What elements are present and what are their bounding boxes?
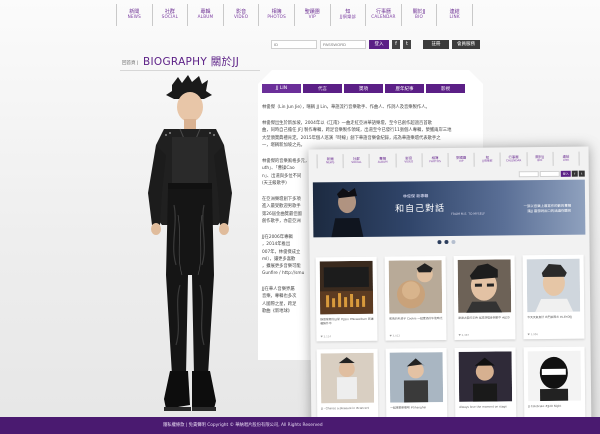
member-service-button[interactable]: 會員服務 bbox=[452, 39, 480, 49]
concert-photo bbox=[458, 351, 513, 402]
preview-password-input[interactable] bbox=[539, 170, 560, 178]
facebook-icon[interactable]: f bbox=[392, 39, 400, 49]
bio-line: 林俊傑出生於新加坡，2004年以《江南》一曲走紅亞洲華語樂壇，至今已創作超過百首… bbox=[262, 121, 432, 126]
preview-login: 登入 f t bbox=[518, 170, 585, 178]
nav-calendar[interactable]: 行事曆 CALENDAR bbox=[366, 4, 402, 26]
photo-card[interactable]: 和我的毛孩子 Cookie 一起度過的午後時光 ♥ 3,012 bbox=[384, 256, 447, 341]
nav-album[interactable]: 專輯 ALBUM bbox=[188, 4, 224, 26]
card-caption: 一起來聽新歌吧 #Shanghai bbox=[390, 405, 427, 410]
carousel-dots bbox=[437, 239, 456, 245]
portrait-photo bbox=[526, 258, 581, 313]
carousel-dot[interactable] bbox=[437, 240, 442, 245]
preview-nav-social[interactable]: 社群 SOCIAL bbox=[343, 153, 371, 169]
banner-english: FROM M.E. TO MYSELF bbox=[451, 211, 486, 216]
preview-nav-album[interactable]: 專輯 ALBUM bbox=[369, 153, 397, 168]
preview-nav-photos[interactable]: 相簿 PHOTOS bbox=[422, 153, 449, 168]
register-button[interactable]: 註冊 bbox=[423, 39, 449, 49]
id-input[interactable] bbox=[271, 39, 317, 49]
page: 新聞 NEWS 社群 SOCIAL 專輯 ALBUM 影音 VIDEO 相簿 PHOTOS… bbox=[0, 0, 600, 434]
photo-card[interactable]: Always love the moment on stage bbox=[454, 347, 517, 428]
photo-card[interactable]: 今天天氣真好 出門拍照去 #LifeOfJJ ♥ 1,956 bbox=[522, 254, 585, 340]
tab-endorsement[interactable]: 代言 bbox=[303, 84, 342, 93]
nav-link[interactable]: 連結 LINK bbox=[437, 4, 473, 26]
photo-card[interactable]: JJ Celebrate #JJ20 Night bbox=[523, 346, 586, 428]
preview-nav-calendar[interactable]: 行事曆 CALENDAR bbox=[500, 152, 528, 167]
nav-club[interactable]: 知 JJ俱樂部 bbox=[331, 4, 367, 26]
carousel-dot[interactable] bbox=[444, 240, 449, 245]
preview-nav-club[interactable]: 知 JJ俱樂部 bbox=[474, 152, 502, 167]
carousel-dot[interactable] bbox=[451, 239, 456, 244]
tab-film[interactable]: 影視 bbox=[426, 84, 465, 93]
nav-social[interactable]: 社群 SOCIAL bbox=[153, 4, 189, 26]
card-likes: ♥ 1,956 bbox=[527, 333, 539, 337]
card-caption: Always love the moment on stage bbox=[459, 404, 507, 409]
card-caption: 錄音室裡的日常 #JJLin #NewAlbum 新專輯製作中 bbox=[320, 316, 374, 326]
banner-tagline: 一張以音樂上最寫作的數的專輯 讓JJ 最想說出口的話讓你聽見 bbox=[524, 204, 572, 214]
nav-news[interactable]: 新聞 NEWS bbox=[117, 4, 153, 26]
banner-title: 和自己對話 bbox=[395, 204, 446, 215]
selfie-photo bbox=[457, 259, 512, 313]
card-likes: ♥ 3,012 bbox=[389, 334, 401, 338]
title-divider bbox=[120, 70, 260, 71]
photo-card[interactable]: 謝謝大家的支持 巡迴演唱會倒數中 #JJ20 ♥ 2,487 bbox=[453, 255, 516, 340]
preview-nav-bio[interactable]: 關於JJ BIO bbox=[527, 151, 554, 167]
nav-photos[interactable]: 相簿 PHOTOS bbox=[259, 4, 295, 26]
tagline-line: 讓JJ 最想說出口的話讓你聽見 bbox=[527, 208, 572, 214]
tab-awards[interactable]: 獎項 bbox=[344, 84, 383, 93]
street-photo bbox=[389, 352, 444, 403]
preview-login-button[interactable]: 登入 bbox=[560, 170, 571, 177]
photo-card[interactable]: 錄音室裡的日常 #JJLin #NewAlbum 新專輯製作中 ♥ 2,114 bbox=[315, 256, 378, 342]
card-likes: ♥ 2,114 bbox=[320, 335, 332, 339]
bio-line: 大型頒獎典禮肯定。2015年個人巡演「時線」創下華語音樂會紀錄，成為華語樂壇代表… bbox=[262, 135, 441, 141]
preview-nav-link[interactable]: 連結 LINK bbox=[553, 151, 580, 166]
tab-jj-lin[interactable]: JJ LIN bbox=[262, 84, 301, 93]
banner-subtitle: 林俊傑 新專輯 bbox=[402, 193, 429, 199]
preview-nav-news[interactable]: 新聞 NEWS bbox=[317, 154, 344, 169]
homepage-preview: 新聞 NEWS 社群 SOCIAL 專輯 ALBUM 影音 VIDEO 相簿 PHOTOS… bbox=[308, 146, 592, 434]
dog-photo bbox=[388, 260, 443, 314]
breadcrumb[interactable]: 回首頁 | bbox=[122, 60, 138, 66]
artist-photo bbox=[148, 75, 232, 411]
preview-id-input[interactable] bbox=[518, 171, 539, 178]
tab-history[interactable]: 歷年紀事 bbox=[385, 84, 424, 93]
nav-bio[interactable]: 關於JJ BIO bbox=[402, 4, 438, 26]
preview-facebook-icon[interactable]: f bbox=[571, 170, 578, 177]
card-caption: JJ - Chance a pleasure in #concert bbox=[321, 405, 369, 411]
card-caption: 和我的毛孩子 Cookie 一起度過的午後時光 bbox=[389, 316, 443, 321]
card-caption: 謝謝大家的支持 巡迴演唱會倒數中 #JJ20 bbox=[458, 315, 510, 320]
page-title: BIOGRAPHY 關於JJ bbox=[143, 56, 240, 68]
footer-copyright: 隱私權條款 | 免責聲明 Copyright © 華納唱片股份有限公司, All… bbox=[163, 423, 323, 428]
bio-tabs: JJ LIN 代言 獎項 歷年紀事 影視 bbox=[262, 84, 465, 93]
card-caption: 今天天氣真好 出門拍照去 #LifeOfJJ bbox=[527, 314, 573, 320]
bio-line: 曲，同時自己擔任 JFJ 製作專輯，跨足音樂製作領域，出道至今已發行11張個人專… bbox=[262, 128, 452, 134]
preview-twitter-icon[interactable]: t bbox=[578, 170, 585, 177]
bio-intro: 林俊傑（Lin Jun Jie），暱稱 JJ Lin，華語流行音樂歌手、作曲人、… bbox=[262, 105, 430, 110]
nav-video[interactable]: 影音 VIDEO bbox=[224, 4, 260, 26]
password-input[interactable] bbox=[320, 39, 366, 49]
stage-photo bbox=[320, 352, 375, 404]
nav-vip[interactable]: 聖蹟團 VIP bbox=[295, 4, 331, 26]
twitter-icon[interactable]: t bbox=[403, 39, 411, 49]
login-button[interactable]: 登入 bbox=[369, 39, 389, 49]
login-bar: 登入 f t 註冊 會員服務 bbox=[271, 39, 480, 49]
mask-photo bbox=[527, 350, 582, 402]
preview-nav: 新聞 NEWS 社群 SOCIAL 專輯 ALBUM 影音 VIDEO 相簿 PHOTOS… bbox=[316, 151, 580, 169]
card-likes: ♥ 2,487 bbox=[458, 333, 470, 337]
card-caption: JJ Celebrate #JJ20 Night bbox=[528, 403, 562, 409]
bio-paragraph: 林俊傑出生於新加坡，2004年以《江南》一曲走紅亞洲華語樂壇，至今已創作超過百首… bbox=[262, 120, 476, 149]
studio-photo bbox=[319, 260, 374, 315]
banner-portrait bbox=[331, 187, 364, 238]
preview-nav-vip[interactable]: 聖蹟團 VIP bbox=[448, 152, 475, 168]
instagram-grid: 錄音室裡的日常 #JJLin #NewAlbum 新專輯製作中 ♥ 2,114 … bbox=[315, 254, 588, 430]
main-nav: 新聞 NEWS 社群 SOCIAL 專輯 ALBUM 影音 VIDEO 相簿 PHOTOS… bbox=[116, 4, 473, 26]
preview-nav-video[interactable]: 影音 VIDEO bbox=[396, 153, 423, 168]
footer: 隱私權條款 | 免責聲明 Copyright © 華納唱片股份有限公司, All… bbox=[0, 417, 600, 434]
album-banner[interactable]: 林俊傑 新專輯 和自己對話 FROM M.E. TO MYSELF 一張以音樂上… bbox=[312, 179, 586, 238]
